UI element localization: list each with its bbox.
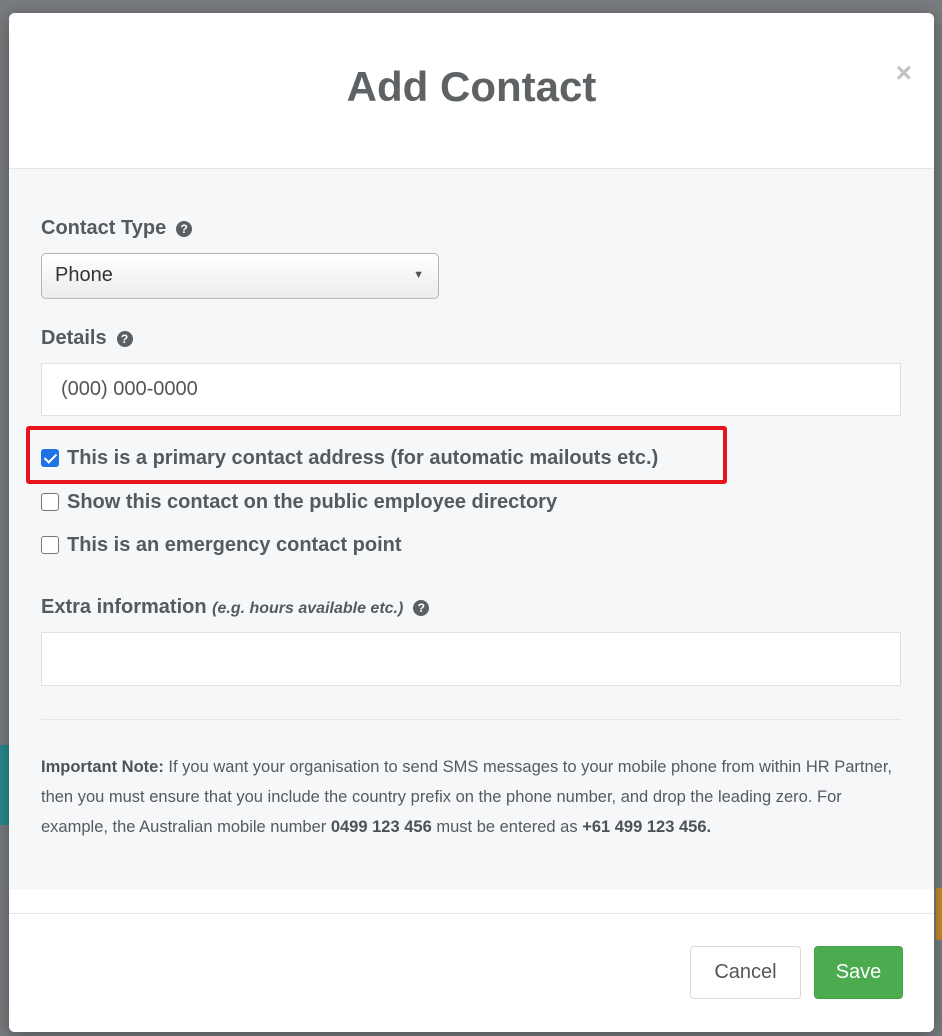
modal-body: Contact Type? Phone ▼ Details? (000) 000… bbox=[9, 169, 934, 889]
primary-contact-label[interactable]: This is a primary contact address (for a… bbox=[67, 447, 658, 470]
note-text-2: must be entered as bbox=[431, 818, 583, 836]
modal-footer: Cancel Save bbox=[9, 913, 934, 1032]
background-teal-strip bbox=[0, 745, 9, 825]
details-input[interactable]: (000) 000-0000 bbox=[41, 363, 901, 416]
question-circle-icon[interactable]: ? bbox=[176, 220, 193, 237]
cancel-button[interactable]: Cancel bbox=[690, 946, 801, 999]
emergency-contact-label[interactable]: This is an emergency contact point bbox=[67, 534, 402, 557]
primary-contact-checkbox[interactable] bbox=[41, 449, 59, 467]
contact-type-selected-value: Phone bbox=[55, 264, 113, 286]
note-example-local: 0499 123 456 bbox=[330, 818, 432, 836]
public-directory-label[interactable]: Show this contact on the public employee… bbox=[67, 491, 557, 514]
modal-title: Add Contact bbox=[346, 63, 597, 110]
add-contact-modal: Add Contact × Contact Type? Phone ▼ Deta… bbox=[9, 13, 934, 1032]
question-circle-icon[interactable]: ? bbox=[116, 330, 133, 347]
extra-info-label: Extra information bbox=[41, 596, 207, 618]
extra-info-label-row: Extra information (e.g. hours available … bbox=[41, 596, 430, 619]
extra-info-input[interactable] bbox=[41, 632, 901, 686]
emergency-contact-checkbox[interactable] bbox=[41, 536, 59, 554]
details-label: Details bbox=[41, 327, 107, 349]
caret-down-icon: ▼ bbox=[413, 269, 424, 281]
details-label-row: Details? bbox=[41, 327, 133, 350]
modal-header: Add Contact × bbox=[9, 13, 934, 169]
save-button[interactable]: Save bbox=[814, 946, 903, 999]
contact-type-select[interactable]: Phone ▼ bbox=[41, 253, 439, 299]
note-heading: Important Note: bbox=[41, 758, 164, 776]
extra-info-hint: (e.g. hours available etc.) bbox=[212, 600, 404, 617]
question-circle-icon[interactable]: ? bbox=[413, 599, 430, 616]
close-icon[interactable]: × bbox=[896, 59, 912, 87]
details-placeholder: (000) 000-0000 bbox=[61, 378, 198, 400]
background-orange-strip bbox=[936, 888, 942, 940]
contact-type-label-row: Contact Type? bbox=[41, 217, 193, 240]
divider bbox=[41, 719, 901, 720]
note-example-intl: +61 499 123 456. bbox=[582, 818, 712, 836]
contact-type-label: Contact Type bbox=[41, 217, 167, 239]
public-directory-checkbox[interactable] bbox=[41, 493, 59, 511]
important-note: Important Note: If you want your organis… bbox=[41, 752, 911, 842]
